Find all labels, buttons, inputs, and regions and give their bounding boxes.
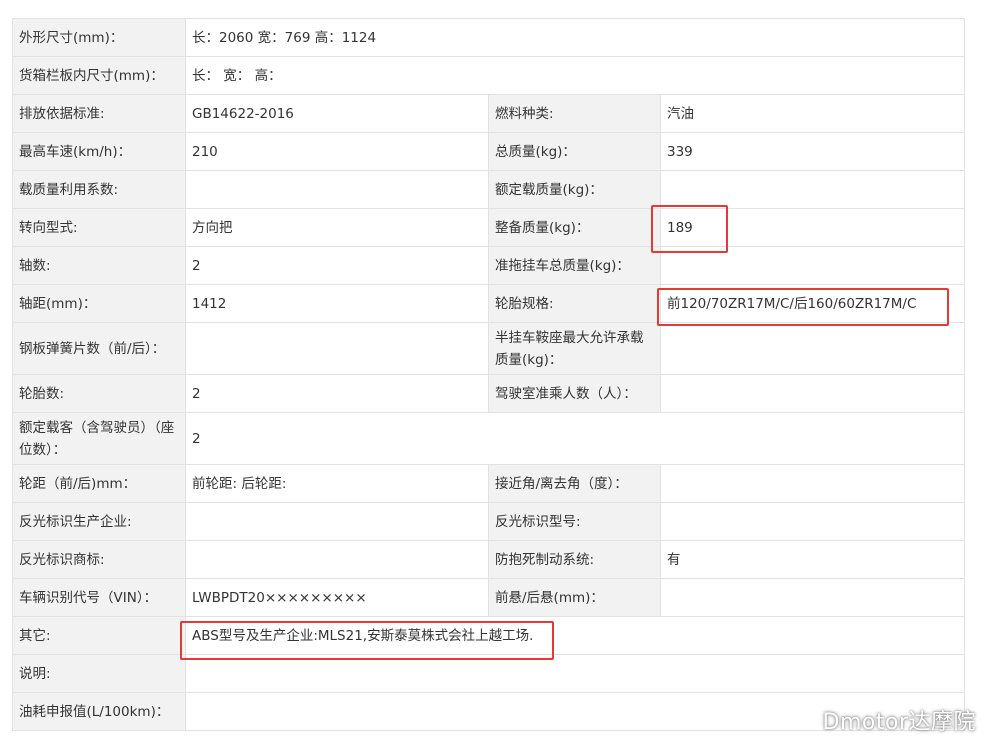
table-row: 反光标识商标: 防抱死制动系统: 有 xyxy=(12,540,966,579)
tire-spec-value: 前120/70ZR17M/C/后160/60ZR17M/C xyxy=(659,284,966,323)
saddle-load-value xyxy=(659,322,966,375)
notes-value xyxy=(184,654,966,693)
table-row: 钢板弹簧片数（前/后）： 半挂车鞍座最大允许承载质量(kg)： xyxy=(12,322,966,375)
overhang-value xyxy=(659,578,966,617)
axle-count-label: 轴数: xyxy=(12,246,186,285)
table-row: 载质量利用系数: 额定载质量(kg)： xyxy=(12,170,966,209)
rated-seats-value: 2 xyxy=(184,412,966,465)
vehicle-spec-table: 外形尺寸(mm)： 长：2060 宽：769 高：1124 货箱栏板内尺寸(mm… xyxy=(12,18,966,731)
reflector-model-label: 反光标识型号: xyxy=(488,502,661,541)
reflector-maker-value xyxy=(185,502,489,541)
approach-departure-value xyxy=(659,464,966,503)
fuel-type-label: 燃料种类: xyxy=(488,94,661,133)
table-row: 货箱栏板内尺寸(mm)： 长： 宽： 高： xyxy=(12,56,966,95)
trailer-mass-value xyxy=(659,246,966,285)
other-value: ABS型号及生产企业:MLS21,安斯泰莫株式会社上越工场. xyxy=(184,616,966,655)
table-row: 反光标识生产企业: 反光标识型号: xyxy=(12,502,966,541)
approach-departure-label: 接近角/离去角（度）： xyxy=(488,464,661,503)
table-row: 轴数: 2 准拖挂车总质量(kg)： xyxy=(12,246,966,285)
steering-type-label: 转向型式: xyxy=(12,208,186,247)
dimensions-value: 长：2060 宽：769 高：1124 xyxy=(184,18,966,57)
dimensions-label: 外形尺寸(mm)： xyxy=(12,18,186,57)
table-row: 车辆识别代号（VIN）： LWBPDT20××××××××× 前悬/后悬(mm)… xyxy=(12,578,966,617)
axle-count-value: 2 xyxy=(185,246,489,285)
curb-weight-value: 189 xyxy=(659,208,966,247)
watermark: Dmotor达摩院 xyxy=(822,710,976,735)
total-mass-label: 总质量(kg)： xyxy=(488,132,661,171)
curb-weight-label: 整备质量(kg)： xyxy=(488,208,661,247)
load-utilization-value xyxy=(185,170,489,209)
track-width-label: 轮距（前/后)mm： xyxy=(12,464,186,503)
load-utilization-label: 载质量利用系数: xyxy=(12,170,186,209)
table-row: 最高车速(km/h)： 210 总质量(kg)： 339 xyxy=(12,132,966,171)
cab-passengers-label: 驾驶室准乘人数（人）： xyxy=(488,374,661,413)
fuel-consumption-label: 油耗申报值(L/100km)： xyxy=(12,692,186,731)
steering-type-value: 方向把 xyxy=(185,208,489,247)
emission-standard-label: 排放依据标准: xyxy=(12,94,186,133)
reflector-brand-label: 反光标识商标: xyxy=(12,540,186,579)
cargo-box-dimensions-value: 长： 宽： 高： xyxy=(184,56,966,95)
leaf-spring-value xyxy=(185,322,489,375)
fuel-type-value: 汽油 xyxy=(659,94,966,133)
wheelbase-value: 1412 xyxy=(185,284,489,323)
table-row: 轮胎数: 2 驾驶室准乘人数（人）： xyxy=(12,374,966,413)
trailer-mass-label: 准拖挂车总质量(kg)： xyxy=(488,246,661,285)
emission-standard-value: GB14622-2016 xyxy=(185,94,489,133)
tire-count-value: 2 xyxy=(185,374,489,413)
table-row: 说明: xyxy=(12,654,966,693)
total-mass-value: 339 xyxy=(659,132,966,171)
vin-label: 车辆识别代号（VIN）： xyxy=(12,578,186,617)
tire-count-label: 轮胎数: xyxy=(12,374,186,413)
cab-passengers-value xyxy=(659,374,966,413)
tire-spec-label: 轮胎规格: xyxy=(488,284,661,323)
table-row: 其它: ABS型号及生产企业:MLS21,安斯泰莫株式会社上越工场. xyxy=(12,616,966,655)
table-row: 轴距(mm)： 1412 轮胎规格: 前120/70ZR17M/C/后160/6… xyxy=(12,284,966,323)
reflector-model-value xyxy=(659,502,966,541)
table-row: 额定载客（含驾驶员）（座位数）： 2 xyxy=(12,412,966,465)
max-speed-label: 最高车速(km/h)： xyxy=(12,132,186,171)
other-label: 其它: xyxy=(12,616,186,655)
max-speed-value: 210 xyxy=(185,132,489,171)
wheelbase-label: 轴距(mm)： xyxy=(12,284,186,323)
track-width-value: 前轮距: 后轮距: xyxy=(185,464,489,503)
rated-load-value xyxy=(659,170,966,209)
abs-label: 防抱死制动系统: xyxy=(488,540,661,579)
saddle-load-label: 半挂车鞍座最大允许承载质量(kg)： xyxy=(488,322,661,375)
table-row: 外形尺寸(mm)： 长：2060 宽：769 高：1124 xyxy=(12,18,966,57)
reflector-maker-label: 反光标识生产企业: xyxy=(12,502,186,541)
rated-load-label: 额定载质量(kg)： xyxy=(488,170,661,209)
abs-value: 有 xyxy=(659,540,966,579)
notes-label: 说明: xyxy=(12,654,186,693)
vin-value: LWBPDT20××××××××× xyxy=(185,578,489,617)
table-row: 转向型式: 方向把 整备质量(kg)： 189 xyxy=(12,208,966,247)
rated-seats-label: 额定载客（含驾驶员）（座位数）： xyxy=(12,412,186,465)
cargo-box-dimensions-label: 货箱栏板内尺寸(mm)： xyxy=(12,56,186,95)
table-row: 排放依据标准: GB14622-2016 燃料种类: 汽油 xyxy=(12,94,966,133)
reflector-brand-value xyxy=(185,540,489,579)
table-row: 轮距（前/后)mm： 前轮距: 后轮距: 接近角/离去角（度）： xyxy=(12,464,966,503)
overhang-label: 前悬/后悬(mm)： xyxy=(488,578,661,617)
leaf-spring-label: 钢板弹簧片数（前/后）： xyxy=(12,322,186,375)
